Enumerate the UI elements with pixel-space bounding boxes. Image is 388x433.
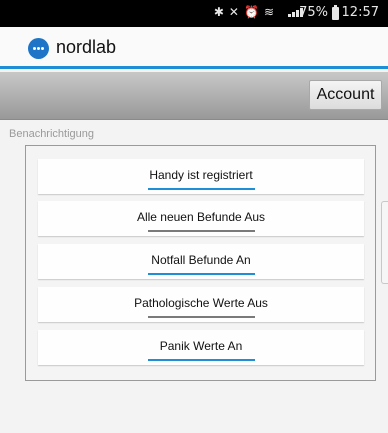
button-label: Alle neuen Befunde Aus	[136, 210, 266, 224]
bluetooth-icon: ✱	[213, 5, 224, 19]
state-indicator	[148, 316, 255, 318]
status-bar: ✱ ✕ ⏰ ≋ 75% 12:57	[0, 0, 388, 27]
button-label: Pathologische Werte Aus	[134, 296, 268, 310]
mute-icon: ✕	[228, 5, 239, 19]
app-title: nordlab	[56, 37, 117, 57]
state-indicator	[148, 230, 255, 232]
battery-icon	[332, 5, 339, 20]
wifi-icon: ≋	[263, 5, 274, 19]
button-label: Panik Werte An	[159, 339, 243, 353]
battery-percent: 75%	[299, 5, 328, 20]
state-indicator	[148, 273, 255, 275]
section-label: Benachrichtigung	[9, 128, 95, 140]
button-label: Notfall Befunde An	[151, 253, 251, 267]
side-tab[interactable]	[381, 201, 388, 284]
status-time: 12:57	[341, 5, 379, 20]
toggle-emergency-results-button[interactable]: Notfall Befunde An	[38, 244, 364, 279]
app-screen: ✱ ✕ ⏰ ≋ 75% 12:57 nordlab Account Benach…	[0, 0, 388, 433]
toggle-panic-values-button[interactable]: Panik Werte An	[38, 330, 364, 365]
toggle-registered-button[interactable]: Handy ist registriert	[38, 159, 364, 194]
toggle-all-results-button[interactable]: Alle neuen Befunde Aus	[38, 201, 364, 236]
state-indicator	[148, 188, 255, 190]
nordlab-logo-icon	[28, 38, 49, 59]
account-button[interactable]: Account	[309, 80, 382, 110]
alarm-icon: ⏰	[243, 5, 259, 19]
toggle-pathological-values-button[interactable]: Pathologische Werte Aus	[38, 287, 364, 322]
state-indicator	[148, 359, 255, 361]
status-icons: ✱ ✕ ⏰ ≋	[214, 5, 274, 19]
button-label: Handy ist registriert	[149, 168, 253, 182]
